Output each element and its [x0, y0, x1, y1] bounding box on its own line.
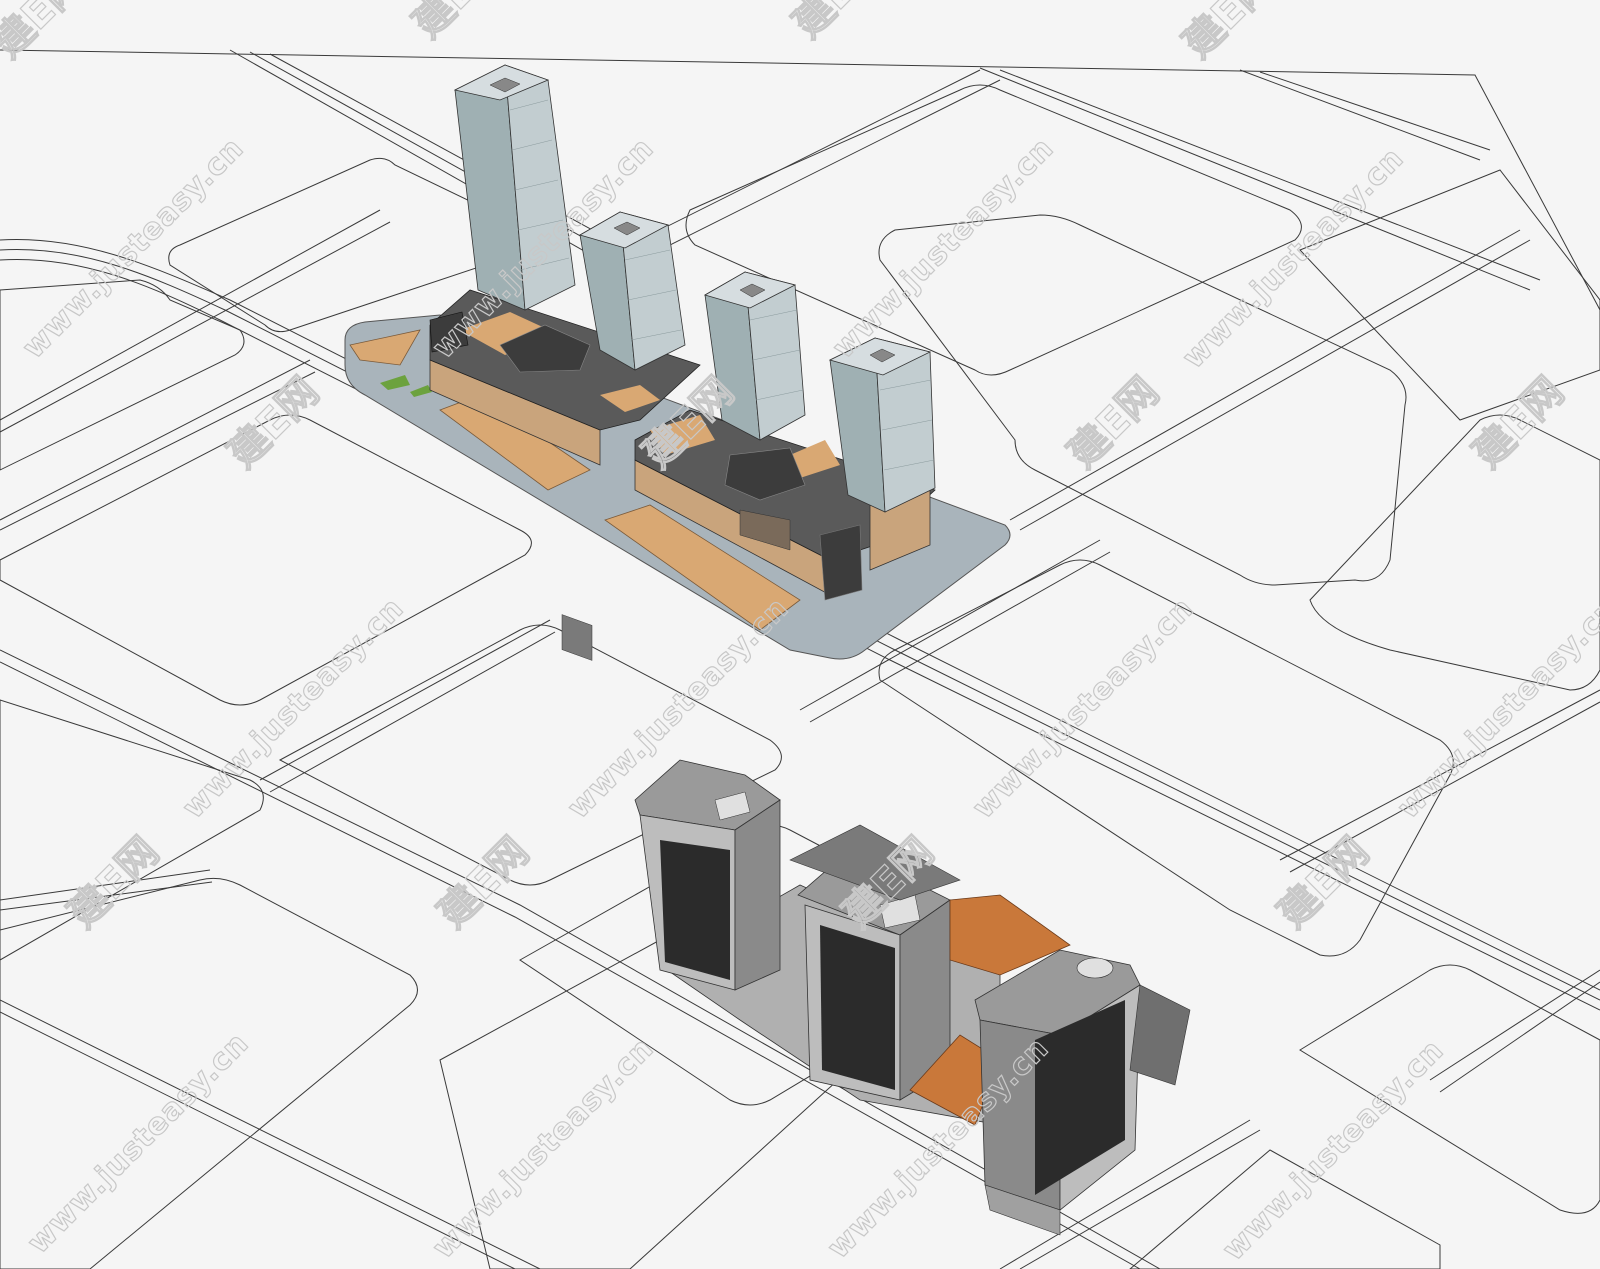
upper-site — [344, 64, 1011, 661]
watermark-brand-5: 建E网 — [220, 369, 328, 477]
watermark-brand-1: 建E网 — [0, 0, 93, 67]
watermark-url-3: www.justeasy.cn — [826, 131, 1061, 366]
watermark-brand-2: 建E网 — [405, 0, 513, 47]
site-model-view: www.justeasy.cn www.justeasy.cn www.just… — [0, 0, 1600, 1269]
watermark-url-7: www.justeasy.cn — [966, 591, 1201, 826]
watermark-brand-9: 建E网 — [60, 829, 168, 937]
podium-left-mural — [561, 614, 593, 661]
watermark-brand-8: 建E网 — [1465, 369, 1573, 477]
lower-tower-left — [634, 759, 781, 991]
lower-glass-canopy — [1129, 984, 1191, 1086]
watermark-brand-4: 建E网 — [1175, 0, 1283, 67]
road-network — [0, 49, 1600, 1269]
watermark-url-8: www.justeasy.cn — [1391, 591, 1600, 826]
watermark-brand-3: 建E网 — [785, 0, 893, 47]
watermark-url-12: www.justeasy.cn — [1216, 1033, 1451, 1268]
podium-right-corner-glass — [819, 524, 863, 601]
watermark-brand-12: 建E网 — [1270, 829, 1378, 937]
watermark-url-9: www.justeasy.cn — [21, 1026, 256, 1261]
watermark-url-1: www.justeasy.cn — [16, 131, 251, 366]
watermark-url-4: www.justeasy.cn — [1176, 141, 1411, 376]
